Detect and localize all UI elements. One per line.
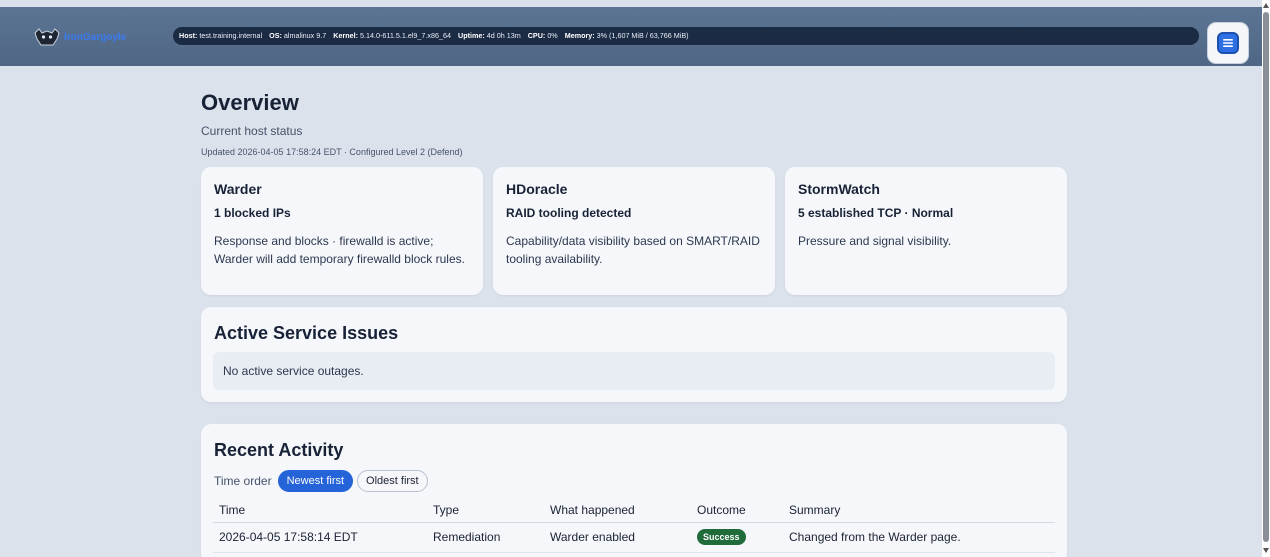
warder-card[interactable]: Warder 1 blocked IPs Response and blocks… [201,167,483,295]
card-title: Warder [214,181,262,197]
top-header: IronGargoyle Host: test.training.interna… [0,7,1262,66]
card-description: Capability/data visibility based on SMAR… [506,234,760,266]
card-description: Response and blocks · firewalld is activ… [214,234,465,266]
section-title: Active Service Issues [214,323,399,343]
active-service-issues-panel: Active Service Issues No active service … [201,307,1067,402]
hdoracle-card[interactable]: HDoracle RAID tooling detected Capabilit… [493,167,775,295]
cell-summary: Changed from the Warder page. [783,522,1055,553]
column-header-time[interactable]: Time [213,498,427,523]
time-order-label: Time order [214,474,272,488]
menu-icon [1217,32,1239,54]
cell-type: Remediation [427,522,544,553]
recent-activity-panel: Recent Activity Time order Newest first … [201,424,1067,557]
newest-first-button[interactable]: Newest first [277,470,354,492]
card-metric: 5 established TCP · Normal [798,206,954,220]
status-cpu: CPU: 0% [527,31,558,40]
gargoyle-icon [34,28,60,46]
card-metric: 1 blocked IPs [214,206,291,220]
scroll-thumb[interactable] [1263,12,1269,542]
card-description: Pressure and signal visibility. [798,234,952,248]
status-os: OS: almalinux 9.7 [269,31,327,40]
menu-button[interactable] [1207,22,1249,64]
page-subtitle: Current host status [201,124,303,138]
updated-timestamp: Updated 2026-04-05 17:58:24 EDT · Config… [201,147,463,157]
section-title: Recent Activity [214,440,344,460]
status-badge: Success [697,529,746,545]
status-memory: Memory: 3% (1,607 MiB / 63,766 MiB) [564,31,689,40]
cell-time: 2026-04-05 17:58:14 EDT [213,522,427,553]
page-scrollbar[interactable] [1262,0,1270,557]
oldest-first-button[interactable]: Oldest first [357,470,428,492]
brand-name: IronGargoyle [64,31,127,43]
status-host: Host: test.training.internal [179,31,263,40]
time-order-toggle: Time order Newest first Oldest first [214,470,428,492]
status-kernel: Kernel: 5.14.0-611.5.1.el9_7.x86_64 [333,31,451,40]
scroll-up-icon[interactable] [1263,3,1269,8]
scroll-down-icon[interactable] [1263,548,1269,553]
host-status-bar: Host: test.training.internal OS: almalin… [173,27,1199,45]
activity-table: Time Type What happened Outcome Summary … [213,498,1055,553]
column-header-summary[interactable]: Summary [783,498,1055,523]
card-title: StormWatch [798,181,880,197]
empty-state-message: No active service outages. [213,352,1055,390]
table-row[interactable]: 2026-04-05 17:58:14 EDT Remediation Ward… [213,522,1055,553]
status-uptime: Uptime: 4d 0h 13m [458,31,521,40]
page-title: Overview [201,90,299,115]
cell-what: Warder enabled [544,522,691,553]
cell-outcome: Success [691,522,783,553]
brand-logo[interactable]: IronGargoyle [33,27,126,47]
column-header-type[interactable]: Type [427,498,544,523]
card-title: HDoracle [506,181,568,197]
column-header-outcome[interactable]: Outcome [691,498,783,523]
table-header-row: Time Type What happened Outcome Summary [213,498,1055,523]
card-metric: RAID tooling detected [506,206,632,220]
stormwatch-card[interactable]: StormWatch 5 established TCP · Normal Pr… [785,167,1067,295]
column-header-what[interactable]: What happened [544,498,691,523]
